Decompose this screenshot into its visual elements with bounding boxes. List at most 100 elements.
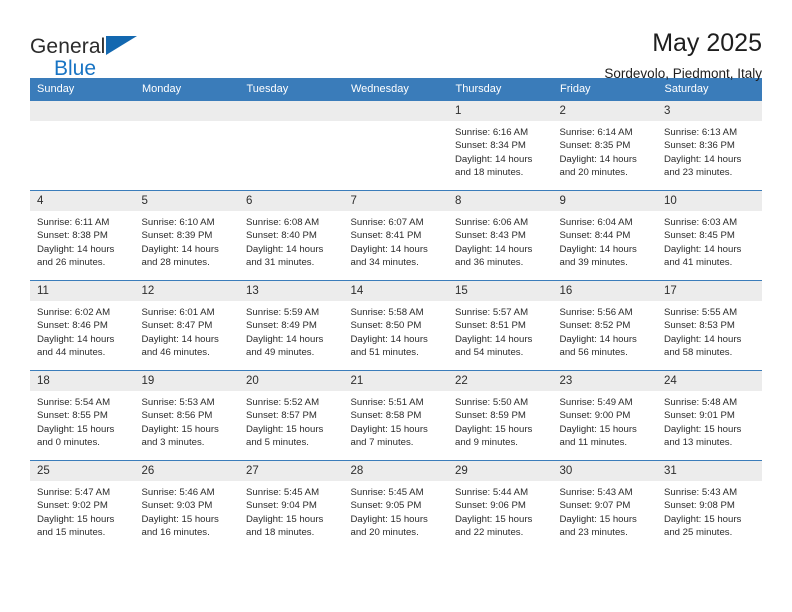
calendar-empty-cell	[343, 100, 448, 191]
calendar-day-cell[interactable]: 4 Sunrise: 6:11 AM Sunset: 8:38 PM Daylight…	[30, 190, 135, 281]
calendar-day-cell[interactable]: 6 Sunrise: 6:08 AM Sunset: 8:40 PM Daylight…	[239, 190, 344, 281]
calendar-page: General Blue May 2025 Sordevolo, Piedmon…	[0, 0, 792, 612]
sunrise-text: Sunrise: 6:13 AM	[664, 127, 738, 138]
calendar-day-cell[interactable]: 27 Sunrise: 5:45 AM Sunset: 9:04 PM Dayligh…	[239, 460, 344, 551]
daylight-text-line2: and 34 minutes.	[350, 257, 419, 269]
sunrise-text: Sunrise: 6:16 AM	[455, 127, 529, 138]
sunrise-text: Sunrise: 5:50 AM	[455, 397, 529, 408]
sunset-text: Sunset: 9:00 PM	[559, 410, 631, 422]
calendar-day-cell[interactable]: 28 Sunrise: 5:45 AM Sunset: 9:05 PM Dayligh…	[343, 460, 448, 551]
sunrise-text: Sunrise: 5:57 AM	[455, 307, 529, 318]
day-number: 9	[552, 191, 657, 211]
daylight-text-line1: Daylight: 14 hours	[664, 153, 742, 165]
calendar-day-cell[interactable]: 18 Sunrise: 5:54 AM Sunset: 8:55 PM Dayligh…	[30, 370, 135, 461]
sunset-text: Sunset: 9:03 PM	[141, 500, 213, 512]
day-details: Sunrise: 6:04 AM Sunset: 8:44 PM Daylight:…	[553, 211, 658, 270]
calendar-day-cell[interactable]: 1 Sunrise: 6:16 AM Sunset: 8:34 PM Daylight…	[448, 100, 553, 191]
calendar-day-cell[interactable]: 3 Sunrise: 6:13 AM Sunset: 8:36 PM Daylight…	[657, 100, 762, 191]
daylight-text-line1: Daylight: 14 hours	[664, 333, 742, 345]
day-number: 8	[448, 191, 553, 211]
sunrise-text: Sunrise: 5:47 AM	[37, 487, 111, 498]
brand-logo[interactable]: General Blue	[30, 30, 137, 79]
calendar-day-cell[interactable]: 31 Sunrise: 5:43 AM Sunset: 9:08 PM Dayligh…	[657, 460, 762, 551]
sunset-text: Sunset: 8:41 PM	[350, 230, 422, 242]
daylight-text-line1: Daylight: 14 hours	[246, 333, 324, 345]
sunrise-text: Sunrise: 5:56 AM	[559, 307, 633, 318]
calendar-day-cell[interactable]: 26 Sunrise: 5:46 AM Sunset: 9:03 PM Dayligh…	[134, 460, 239, 551]
sunrise-text: Sunrise: 6:06 AM	[455, 217, 529, 228]
day-number: 20	[239, 371, 344, 391]
calendar-day-cell[interactable]: 12 Sunrise: 6:01 AM Sunset: 8:47 PM Dayligh…	[134, 280, 239, 371]
calendar-day-cell[interactable]: 24 Sunrise: 5:48 AM Sunset: 9:01 PM Dayligh…	[657, 370, 762, 461]
calendar-header-row: Sunday Monday Tuesday Wednesday Thursday…	[30, 78, 762, 101]
day-number: 31	[657, 461, 762, 481]
day-number: 19	[134, 371, 239, 391]
sunrise-text: Sunrise: 5:54 AM	[37, 397, 111, 408]
day-details: Sunrise: 6:11 AM Sunset: 8:38 PM Daylight:…	[30, 211, 135, 270]
day-details: Sunrise: 5:45 AM Sunset: 9:04 PM Daylight:…	[239, 481, 344, 540]
day-details: Sunrise: 5:43 AM Sunset: 9:08 PM Daylight:…	[657, 481, 762, 540]
daylight-text-line1: Daylight: 14 hours	[141, 243, 219, 255]
calendar-day-cell[interactable]: 11 Sunrise: 6:02 AM Sunset: 8:46 PM Dayligh…	[30, 280, 135, 371]
calendar-day-cell[interactable]: 7 Sunrise: 6:07 AM Sunset: 8:41 PM Daylight…	[343, 190, 448, 281]
calendar-day-cell[interactable]: 8 Sunrise: 6:06 AM Sunset: 8:43 PM Daylight…	[448, 190, 553, 281]
daylight-text-line2: and 26 minutes.	[37, 257, 106, 269]
daylight-text-line1: Daylight: 14 hours	[559, 333, 637, 345]
daylight-text-line1: Daylight: 14 hours	[350, 243, 428, 255]
daylight-text-line1: Daylight: 14 hours	[559, 153, 637, 165]
daylight-text-line1: Daylight: 14 hours	[246, 243, 324, 255]
calendar-day-cell[interactable]: 9 Sunrise: 6:04 AM Sunset: 8:44 PM Daylight…	[552, 190, 658, 281]
day-number: 12	[134, 281, 239, 301]
weekday-header-saturday: Saturday	[657, 78, 762, 101]
calendar-day-cell[interactable]: 16 Sunrise: 5:56 AM Sunset: 8:52 PM Dayligh…	[552, 280, 658, 371]
daylight-text-line2: and 54 minutes.	[455, 347, 524, 359]
page-header: General Blue May 2025 Sordevolo, Piedmon…	[30, 0, 762, 82]
daylight-text-line1: Daylight: 15 hours	[37, 423, 115, 435]
calendar-day-cell[interactable]: 17 Sunrise: 5:55 AM Sunset: 8:53 PM Dayligh…	[657, 280, 762, 371]
calendar-day-cell[interactable]: 19 Sunrise: 5:53 AM Sunset: 8:56 PM Dayligh…	[134, 370, 239, 461]
day-number: 28	[343, 461, 448, 481]
day-number: 18	[30, 371, 135, 391]
calendar-day-cell[interactable]: 2 Sunrise: 6:14 AM Sunset: 8:35 PM Daylight…	[552, 100, 657, 191]
calendar-day-cell[interactable]: 13 Sunrise: 5:59 AM Sunset: 8:49 PM Dayligh…	[239, 280, 344, 371]
calendar-day-cell[interactable]: 14 Sunrise: 5:58 AM Sunset: 8:50 PM Dayligh…	[343, 280, 449, 371]
daylight-text-line1: Daylight: 14 hours	[559, 243, 637, 255]
day-number: 24	[657, 371, 762, 391]
daylight-text-line2: and 18 minutes.	[246, 527, 315, 539]
calendar-day-cell[interactable]: 25 Sunrise: 5:47 AM Sunset: 9:02 PM Dayligh…	[30, 460, 135, 551]
sunset-text: Sunset: 8:40 PM	[246, 230, 317, 242]
weekday-header-tuesday: Tuesday	[239, 78, 344, 101]
daylight-text-line1: Daylight: 14 hours	[455, 153, 533, 165]
day-details: Sunrise: 5:56 AM Sunset: 8:52 PM Daylight:…	[553, 301, 658, 360]
calendar-day-cell[interactable]: 22 Sunrise: 5:50 AM Sunset: 8:59 PM Dayligh…	[448, 370, 553, 461]
sunrise-text: Sunrise: 6:03 AM	[664, 217, 738, 228]
calendar-day-cell[interactable]: 5 Sunrise: 6:10 AM Sunset: 8:39 PM Daylight…	[134, 190, 239, 281]
calendar-day-cell[interactable]: 29 Sunrise: 5:44 AM Sunset: 9:06 PM Dayligh…	[448, 460, 553, 551]
sunset-text: Sunset: 8:43 PM	[455, 230, 526, 242]
day-number: 6	[239, 191, 344, 211]
day-details: Sunrise: 5:55 AM Sunset: 8:53 PM Daylight:…	[657, 301, 762, 360]
sunset-text: Sunset: 8:36 PM	[664, 140, 735, 152]
calendar-day-cell[interactable]: 15 Sunrise: 5:57 AM Sunset: 8:51 PM Dayligh…	[448, 280, 553, 371]
daylight-text-line1: Daylight: 15 hours	[664, 423, 742, 435]
day-number: 11	[30, 281, 135, 301]
sunset-text: Sunset: 8:58 PM	[350, 410, 422, 422]
day-number: 4	[30, 191, 135, 211]
calendar-day-cell[interactable]: 23 Sunrise: 5:49 AM Sunset: 9:00 PM Dayligh…	[552, 370, 657, 461]
day-number	[239, 101, 344, 121]
sunset-text: Sunset: 9:02 PM	[37, 500, 108, 512]
daylight-text-line1: Daylight: 15 hours	[350, 423, 428, 435]
calendar-day-cell[interactable]: 30 Sunrise: 5:43 AM Sunset: 9:07 PM Dayligh…	[552, 460, 657, 551]
calendar-day-cell[interactable]: 20 Sunrise: 5:52 AM Sunset: 8:57 PM Dayligh…	[239, 370, 344, 461]
day-details: Sunrise: 5:58 AM Sunset: 8:50 PM Daylight:…	[344, 301, 449, 360]
day-number: 22	[448, 371, 553, 391]
daylight-text-line1: Daylight: 14 hours	[37, 243, 115, 255]
sunrise-text: Sunrise: 6:10 AM	[141, 217, 215, 228]
calendar-day-cell[interactable]: 10 Sunrise: 6:03 AM Sunset: 8:45 PM Dayligh…	[657, 190, 762, 281]
calendar-day-cell[interactable]: 21 Sunrise: 5:51 AM Sunset: 8:58 PM Dayligh…	[343, 370, 448, 461]
daylight-text-line1: Daylight: 15 hours	[350, 513, 428, 525]
sunrise-text: Sunrise: 6:14 AM	[559, 127, 633, 138]
sunrise-text: Sunrise: 5:55 AM	[664, 307, 738, 318]
day-number: 27	[239, 461, 344, 481]
sunset-text: Sunset: 8:53 PM	[664, 320, 735, 332]
